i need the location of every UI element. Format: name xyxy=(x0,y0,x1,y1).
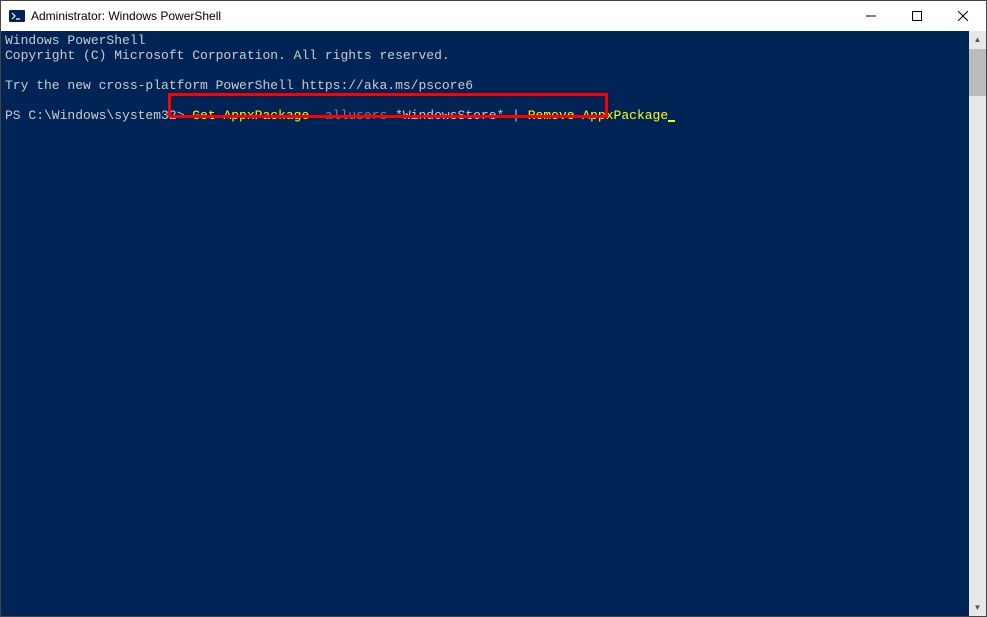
scrollbar-up-arrow-icon[interactable]: ▲ xyxy=(969,31,986,48)
header-line-3: Try the new cross-platform PowerShell ht… xyxy=(5,78,473,93)
terminal-content[interactable]: Windows PowerShell Copyright (C) Microso… xyxy=(1,31,986,125)
window-title: Administrator: Windows PowerShell xyxy=(31,9,848,23)
param-allusers: -allusers xyxy=(309,108,387,123)
prompt: PS C:\Windows\system32> xyxy=(5,108,192,123)
window-controls xyxy=(848,1,986,31)
close-button[interactable] xyxy=(940,1,986,31)
powershell-window: Administrator: Windows PowerShell Window… xyxy=(0,0,987,617)
scrollbar-down-arrow-icon[interactable]: ▼ xyxy=(969,599,986,616)
titlebar[interactable]: Administrator: Windows PowerShell xyxy=(1,1,986,31)
scrollbar-track[interactable]: ▲ ▼ xyxy=(969,31,986,616)
maximize-button[interactable] xyxy=(894,1,940,31)
param-windowsstore: *WindowsStore* xyxy=(387,108,512,123)
cursor xyxy=(668,120,675,122)
pipe-operator: | xyxy=(512,108,520,123)
minimize-button[interactable] xyxy=(848,1,894,31)
scrollbar-thumb[interactable] xyxy=(969,49,986,96)
terminal-body[interactable]: Windows PowerShell Copyright (C) Microso… xyxy=(1,31,986,616)
cmdlet-get-appxpackage: Get-AppxPackage xyxy=(192,108,309,123)
prompt-line: PS C:\Windows\system32> Get-AppxPackage … xyxy=(5,108,675,123)
header-line-1: Windows PowerShell xyxy=(5,33,145,48)
cmdlet-remove-appxpackage: Remove-AppxPackage xyxy=(520,108,668,123)
header-line-2: Copyright (C) Microsoft Corporation. All… xyxy=(5,48,450,63)
powershell-icon xyxy=(9,8,25,24)
